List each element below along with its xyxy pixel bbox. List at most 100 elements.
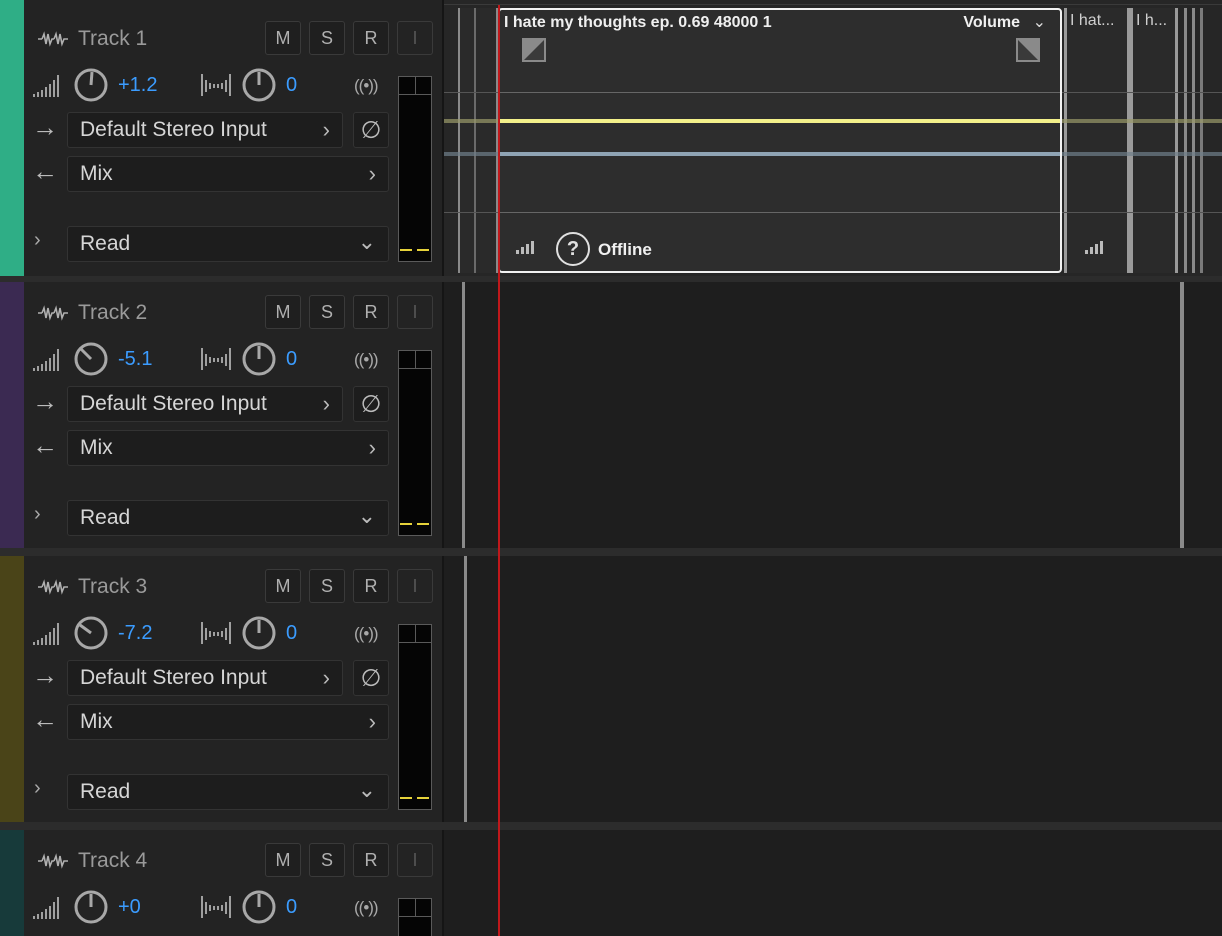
level-meter xyxy=(398,624,432,810)
chevron-right-icon: › xyxy=(368,161,376,186)
solo-button[interactable]: S xyxy=(309,843,345,877)
automation-mode-select[interactable]: Read ⌄ xyxy=(67,500,389,536)
help-question-icon: ? xyxy=(556,232,590,266)
audio-clip-selected[interactable]: I hate my thoughts ep. 0.69 48000 1 Volu… xyxy=(498,8,1062,273)
volume-knob[interactable] xyxy=(73,615,109,651)
volume-icon xyxy=(33,349,59,371)
automation-mode-select[interactable]: Read ⌄ xyxy=(67,226,389,262)
track-lane-2[interactable] xyxy=(444,282,1222,548)
phase-invert-button[interactable]: ∅ xyxy=(353,112,389,148)
pan-value[interactable]: 0 xyxy=(286,623,297,643)
mute-button[interactable]: M xyxy=(265,21,301,55)
send-icon[interactable]: ((•)) xyxy=(354,898,379,918)
pan-value[interactable]: 0 xyxy=(286,349,297,369)
track-header-2: Track 2 M S R I -5.1 0 ((•)) → Default S… xyxy=(0,282,444,548)
clip-effect-select[interactable]: Volume xyxy=(963,14,1020,32)
track-color-strip xyxy=(0,0,24,276)
volume-bars-icon xyxy=(1085,241,1103,254)
phase-invert-button[interactable]: ∅ xyxy=(353,660,389,696)
volume-knob[interactable] xyxy=(73,67,109,103)
pan-knob[interactable] xyxy=(241,341,277,377)
input-monitor-button[interactable]: I xyxy=(397,295,433,329)
track-name[interactable]: Track 2 xyxy=(78,302,147,323)
input-arrow-icon: → xyxy=(32,112,58,142)
clip-fragment[interactable] xyxy=(458,8,498,273)
record-arm-button[interactable]: R xyxy=(353,295,389,329)
pan-knob[interactable] xyxy=(241,67,277,103)
expand-chevron-icon[interactable]: › xyxy=(34,230,41,250)
input-monitor-button[interactable]: I xyxy=(397,569,433,603)
volume-bars-icon xyxy=(516,241,534,254)
expand-chevron-icon[interactable]: › xyxy=(34,778,41,798)
track-lane-4[interactable] xyxy=(444,830,1222,936)
volume-value[interactable]: +1.2 xyxy=(118,75,157,95)
input-select[interactable]: Default Stereo Input › xyxy=(67,112,343,148)
output-label: Mix xyxy=(80,710,113,733)
send-icon[interactable]: ((•)) xyxy=(354,624,379,644)
output-arrow-icon: ← xyxy=(32,156,58,186)
pan-icon xyxy=(201,348,231,370)
mute-button[interactable]: M xyxy=(265,843,301,877)
output-label: Mix xyxy=(80,436,113,459)
output-select[interactable]: Mix › xyxy=(67,430,389,466)
phase-invert-button[interactable]: ∅ xyxy=(353,386,389,422)
chevron-down-icon[interactable]: ⌄ xyxy=(1033,12,1046,32)
chevron-right-icon: › xyxy=(322,117,330,142)
clip-short-1[interactable]: I hat... xyxy=(1064,8,1130,273)
solo-button[interactable]: S xyxy=(309,21,345,55)
send-icon[interactable]: ((•)) xyxy=(354,350,379,370)
fade-in-handle-icon[interactable] xyxy=(522,38,546,62)
chevron-down-icon: ⌄ xyxy=(357,777,376,802)
pan-value[interactable]: 0 xyxy=(286,897,297,917)
record-arm-button[interactable]: R xyxy=(353,569,389,603)
automation-label: Read xyxy=(80,506,131,529)
pan-envelope-line[interactable] xyxy=(500,152,1060,156)
time-ruler[interactable] xyxy=(444,0,1222,5)
volume-knob[interactable] xyxy=(73,341,109,377)
send-icon[interactable]: ((•)) xyxy=(354,76,379,96)
clip-status: Offline xyxy=(598,240,652,259)
solo-button[interactable]: S xyxy=(309,569,345,603)
clip-title: I h... xyxy=(1136,12,1168,29)
volume-knob[interactable] xyxy=(73,889,109,925)
input-monitor-button[interactable]: I xyxy=(397,843,433,877)
automation-label: Read xyxy=(80,780,131,803)
input-monitor-button[interactable]: I xyxy=(397,21,433,55)
lane-divider xyxy=(444,548,1222,556)
solo-button[interactable]: S xyxy=(309,295,345,329)
record-arm-button[interactable]: R xyxy=(353,21,389,55)
input-label: Default Stereo Input xyxy=(80,666,267,689)
track-lane-3[interactable] xyxy=(444,556,1222,822)
volume-value[interactable]: -5.1 xyxy=(118,349,152,369)
chevron-down-icon: ⌄ xyxy=(357,503,376,528)
automation-mode-select[interactable]: Read ⌄ xyxy=(67,774,389,810)
output-label: Mix xyxy=(80,162,113,185)
output-select[interactable]: Mix › xyxy=(67,704,389,740)
volume-envelope-line[interactable] xyxy=(500,119,1060,123)
mute-button[interactable]: M xyxy=(265,569,301,603)
volume-value[interactable]: -7.2 xyxy=(118,623,152,643)
pan-knob[interactable] xyxy=(241,615,277,651)
chevron-right-icon: › xyxy=(368,435,376,460)
track-name[interactable]: Track 1 xyxy=(78,28,147,49)
playhead[interactable] xyxy=(498,0,500,936)
input-select[interactable]: Default Stereo Input › xyxy=(67,386,343,422)
volume-value[interactable]: +0 xyxy=(118,897,141,917)
track-name[interactable]: Track 4 xyxy=(78,850,147,871)
input-arrow-icon: → xyxy=(32,660,58,690)
pan-icon xyxy=(201,896,231,918)
mute-button[interactable]: M xyxy=(265,295,301,329)
clip-title: I hate my thoughts ep. 0.69 48000 1 xyxy=(504,14,772,31)
fade-out-handle-icon[interactable] xyxy=(1016,38,1040,62)
pan-knob[interactable] xyxy=(241,889,277,925)
pan-icon xyxy=(201,622,231,644)
record-arm-button[interactable]: R xyxy=(353,843,389,877)
output-select[interactable]: Mix › xyxy=(67,156,389,192)
clip-short-2[interactable]: I h... xyxy=(1130,8,1178,273)
track-name[interactable]: Track 3 xyxy=(78,576,147,597)
pan-value[interactable]: 0 xyxy=(286,75,297,95)
input-select[interactable]: Default Stereo Input › xyxy=(67,660,343,696)
waveform-icon xyxy=(38,579,68,595)
expand-chevron-icon[interactable]: › xyxy=(34,504,41,524)
volume-icon xyxy=(33,75,59,97)
